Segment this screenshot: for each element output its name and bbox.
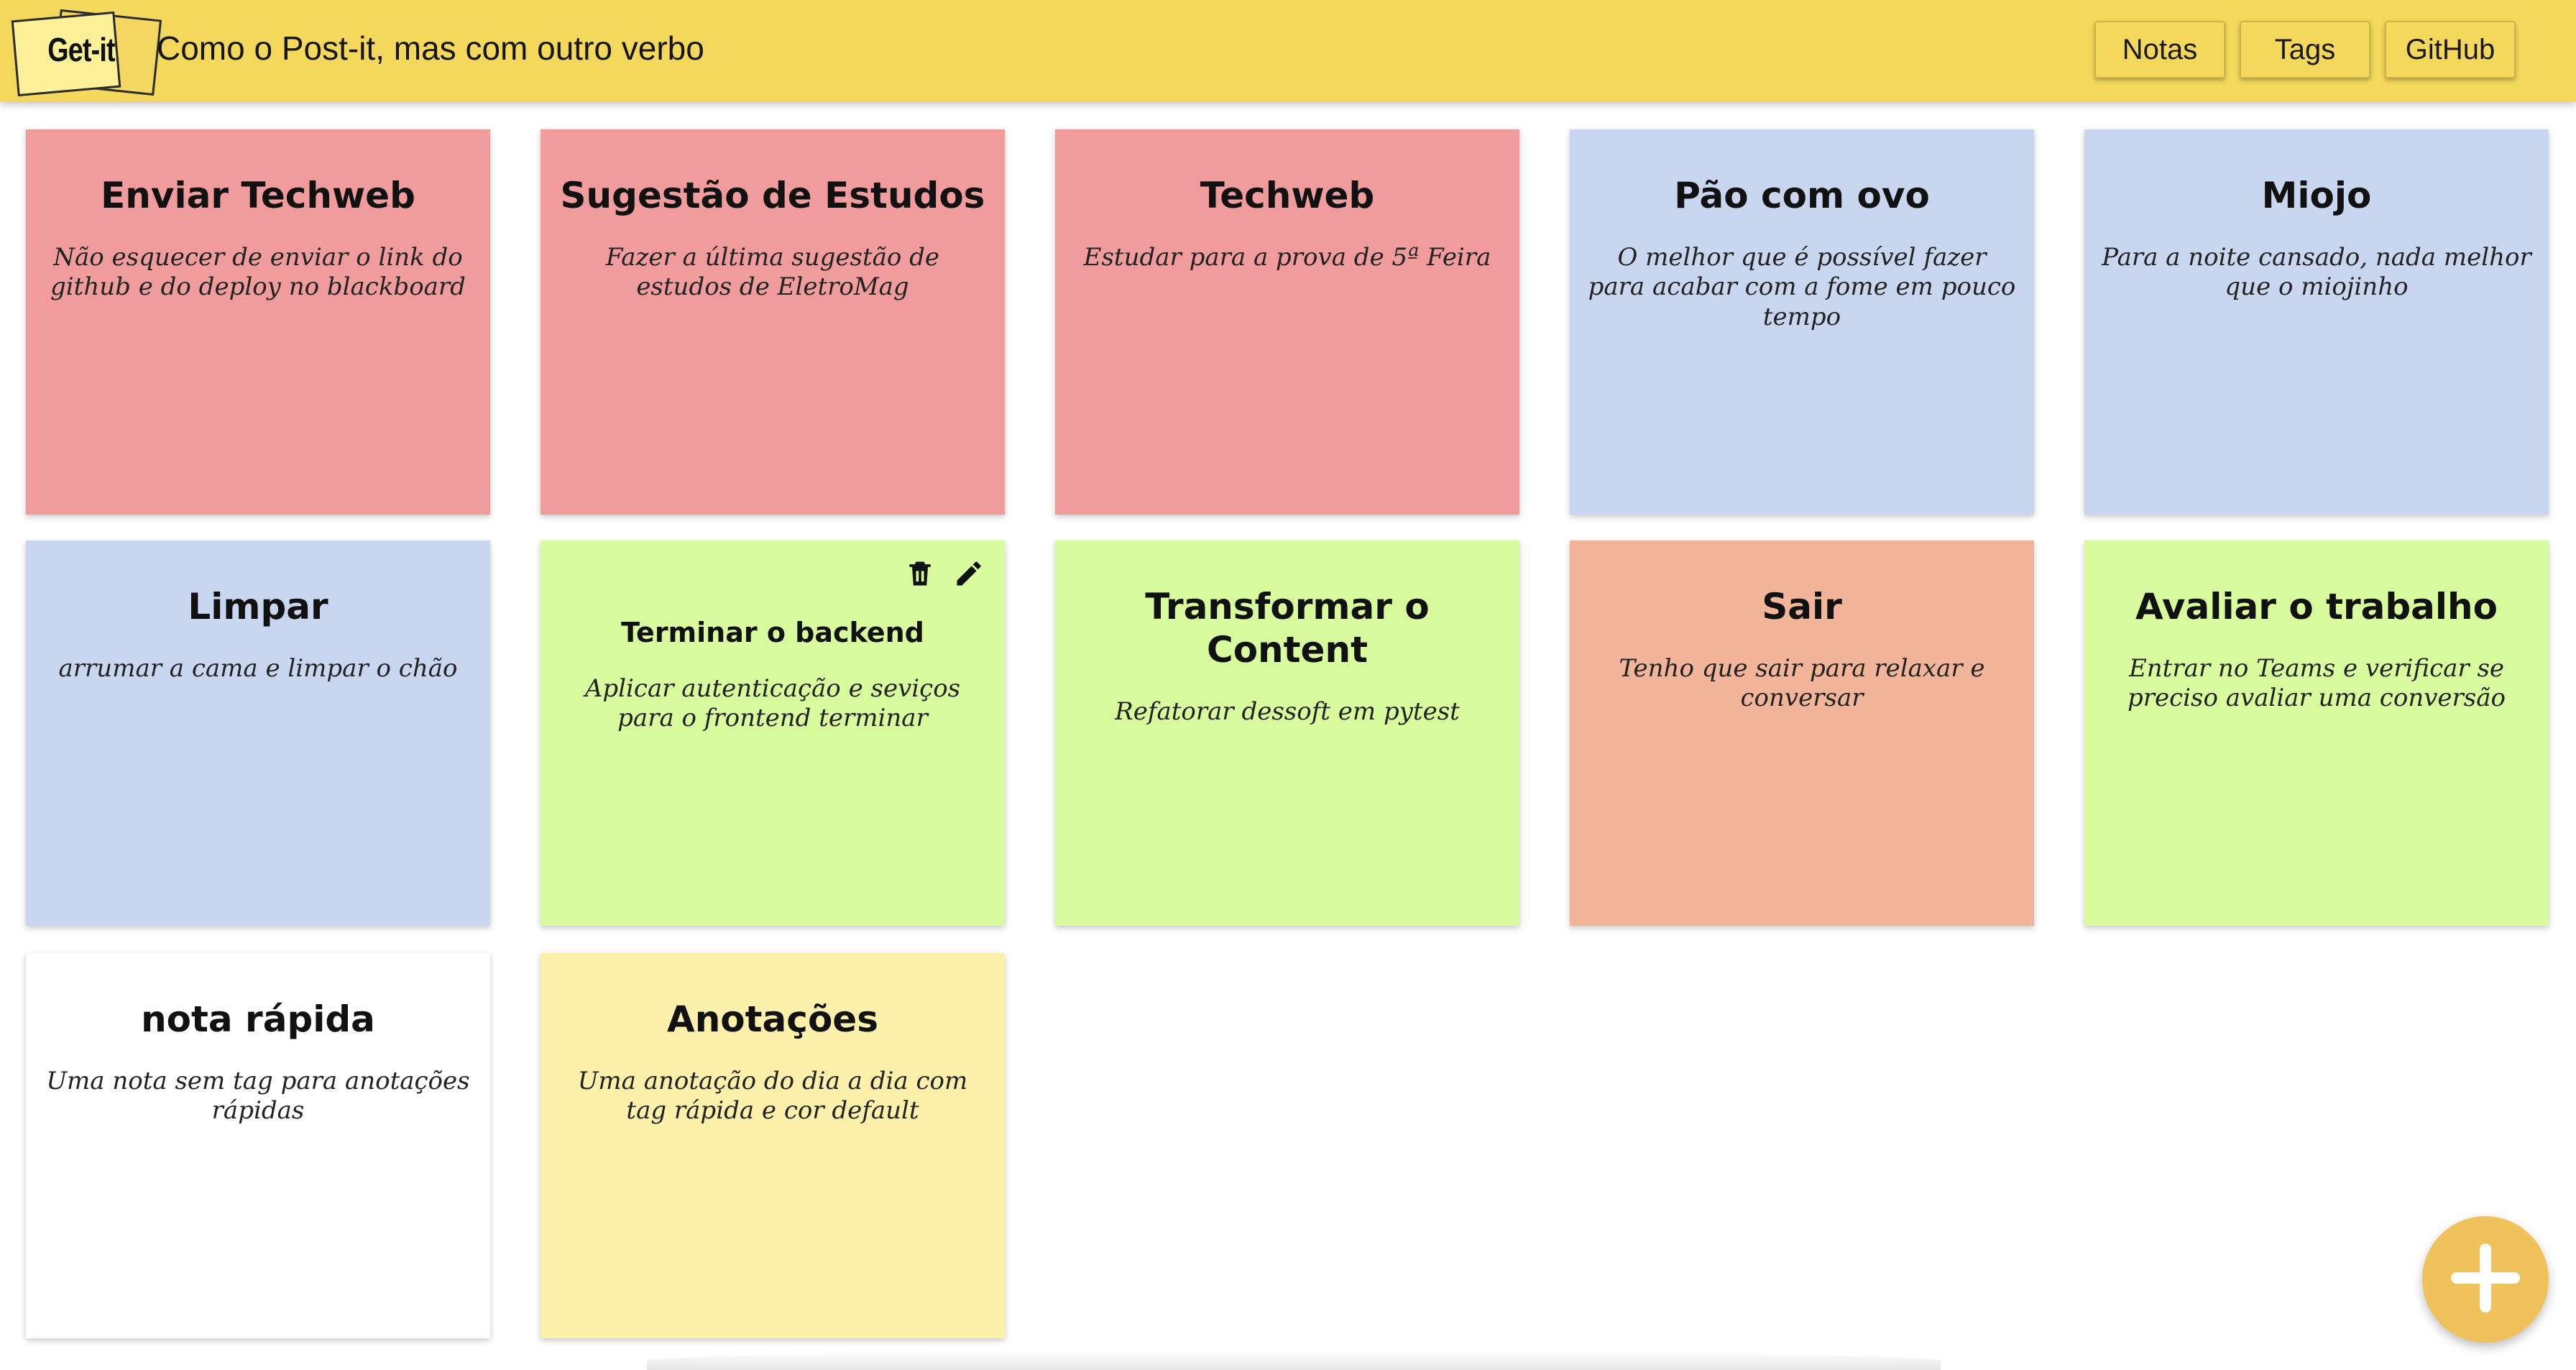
trash-icon[interactable] bbox=[904, 558, 936, 589]
note-body: Tenho que sair para relaxar e conversar bbox=[1619, 654, 1985, 713]
note-card[interactable]: Miojo Para a noite cansado, nada melhor … bbox=[2084, 129, 2549, 515]
note-title: Terminar o backend bbox=[621, 617, 924, 648]
note-body: Entrar no Teams e verificar se preciso a… bbox=[2127, 654, 2506, 713]
note-card-hovered[interactable]: Terminar o backend Aplicar autenticação … bbox=[540, 541, 1005, 926]
note-title: Sugestão de Estudos bbox=[560, 175, 985, 216]
note-actions bbox=[904, 558, 985, 589]
note-body: Não esquecer de enviar o link do github … bbox=[50, 243, 466, 302]
note-card[interactable]: Enviar Techweb Não esquecer de enviar o … bbox=[26, 129, 490, 515]
note-title: Techweb bbox=[1200, 175, 1375, 216]
pencil-icon[interactable] bbox=[953, 558, 985, 589]
note-title: Enviar Techweb bbox=[101, 175, 415, 216]
note-card[interactable]: Avaliar o trabalho Entrar no Teams e ver… bbox=[2084, 541, 2549, 926]
note-card[interactable]: Transformar o Content Refatorar dessoft … bbox=[1055, 541, 1519, 926]
nav-notas-button[interactable]: Notas bbox=[2094, 21, 2225, 78]
note-title: Limpar bbox=[188, 586, 328, 627]
note-title: Sair bbox=[1762, 586, 1842, 627]
nav-tags-button[interactable]: Tags bbox=[2240, 21, 2370, 78]
note-card[interactable]: nota rápida Uma nota sem tag para anotaç… bbox=[26, 953, 490, 1338]
note-body: Uma anotação do dia a dia com tag rápida… bbox=[577, 1067, 968, 1126]
scroll-shadow bbox=[647, 1351, 1941, 1370]
note-body: Para a noite cansado, nada melhor que o … bbox=[2102, 243, 2531, 302]
note-title: Anotações bbox=[667, 998, 878, 1040]
app-bar: Get-it Como o Post-it, mas com outro ver… bbox=[0, 0, 2576, 102]
note-card[interactable]: Sair Tenho que sair para relaxar e conve… bbox=[1570, 541, 2034, 926]
plus-icon bbox=[2445, 1238, 2526, 1322]
note-card[interactable]: Techweb Estudar para a prova de 5ª Feira bbox=[1055, 129, 1519, 515]
note-body: Aplicar autenticação e seviços para o fr… bbox=[584, 673, 961, 733]
add-note-button[interactable] bbox=[2422, 1216, 2549, 1343]
note-card[interactable]: Anotações Uma anotação do dia a dia com … bbox=[540, 953, 1005, 1338]
note-body: Refatorar dessoft em pytest bbox=[1115, 697, 1460, 726]
note-body: Fazer a última sugestão de estudos de El… bbox=[605, 243, 940, 302]
note-title: Miojo bbox=[2261, 175, 2372, 216]
note-title: Transformar o Content bbox=[1145, 586, 1430, 671]
note-card[interactable]: Limpar arrumar a cama e limpar o chão bbox=[26, 541, 490, 926]
note-body: arrumar a cama e limpar o chão bbox=[58, 654, 458, 683]
note-title: Avaliar o trabalho bbox=[2135, 586, 2498, 627]
tagline: Como o Post-it, mas com outro verbo bbox=[157, 29, 704, 67]
note-card[interactable]: Sugestão de Estudos Fazer a última suges… bbox=[540, 129, 1005, 515]
note-card[interactable]: Pão com ovo O melhor que é possível faze… bbox=[1570, 129, 2034, 515]
note-body: Uma nota sem tag para anotações rápidas bbox=[46, 1067, 470, 1126]
note-body: Estudar para a prova de 5ª Feira bbox=[1083, 243, 1491, 272]
note-title: Pão com ovo bbox=[1674, 175, 1930, 216]
logo-text: Get-it bbox=[47, 31, 115, 68]
logo[interactable]: Get-it bbox=[11, 9, 162, 97]
note-title: nota rápida bbox=[141, 998, 375, 1040]
note-body: O melhor que é possível fazer para acaba… bbox=[1588, 243, 2016, 331]
nav-github-button[interactable]: GitHub bbox=[2385, 21, 2516, 78]
